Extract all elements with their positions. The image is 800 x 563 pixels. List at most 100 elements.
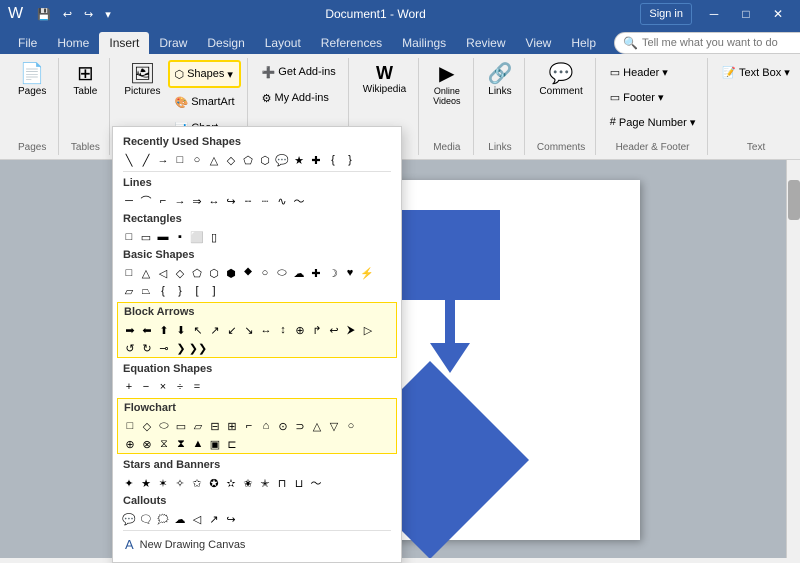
tell-me-box[interactable]: 🔍 [614, 32, 800, 54]
basic-penta[interactable]: ⬠ [189, 265, 205, 281]
line-straight[interactable]: ─ [121, 193, 137, 209]
my-addins-button[interactable]: ⚙ My Add-ins [256, 86, 342, 110]
tab-home[interactable]: Home [47, 32, 99, 54]
basic-bracket-r[interactable]: ] [206, 283, 222, 299]
line-double-arrow[interactable]: ↔ [206, 193, 222, 209]
text-box-button[interactable]: 📝 Text Box ▾ [716, 60, 795, 84]
ba-down[interactable]: ⬇ [173, 322, 189, 338]
callout-oval[interactable]: 🗯 [155, 511, 171, 527]
rect-snipped2[interactable]: ▪ [172, 229, 188, 245]
fc-decision[interactable]: ◇ [139, 418, 155, 434]
footer-button[interactable]: ▭ Footer ▾ [604, 85, 702, 109]
fc-extract[interactable]: ▲ [190, 436, 206, 452]
tab-file[interactable]: File [8, 32, 47, 54]
basic-lightning[interactable]: ⚡ [359, 265, 375, 281]
ba-uturn[interactable]: ↩ [326, 322, 342, 338]
shape-circle[interactable]: ○ [189, 152, 205, 168]
ba-upright[interactable]: ↗ [207, 322, 223, 338]
fc-collate[interactable]: ⧖ [156, 436, 172, 452]
line-arrow2[interactable]: ⇒ [189, 193, 205, 209]
ba-quad[interactable]: ⊕ [292, 322, 308, 338]
shape-hexagon[interactable]: ⬡ [257, 152, 273, 168]
eq-equals[interactable]: = [189, 379, 205, 395]
callout-cloud[interactable]: ☁ [172, 511, 188, 527]
sign-in-button[interactable]: Sign in [640, 3, 692, 25]
fc-internal[interactable]: ⊞ [224, 418, 240, 434]
line-dotted[interactable]: ┄ [257, 193, 273, 209]
shape-line2[interactable]: ╱ [138, 152, 154, 168]
tab-help[interactable]: Help [561, 32, 606, 54]
fc-document[interactable]: ▭ [173, 418, 189, 434]
scroll-up[interactable]: ⊓ [274, 475, 290, 491]
basic-brace-l[interactable]: { [155, 283, 171, 299]
star5[interactable]: ★ [138, 475, 154, 491]
wikipedia-button[interactable]: W Wikipedia [357, 60, 412, 99]
fc-predefined[interactable]: ⊟ [207, 418, 223, 434]
minimize-btn[interactable]: ─ [700, 0, 728, 28]
rect-rounded[interactable]: ▭ [138, 229, 154, 245]
callout-curved[interactable]: ↪ [223, 511, 239, 527]
fc-alt[interactable]: △ [309, 418, 325, 434]
basic-moon[interactable]: ☽ [325, 265, 341, 281]
eq-minus[interactable]: − [138, 379, 154, 395]
fc-offpage[interactable]: ⌂ [258, 418, 274, 434]
fc-connector[interactable]: ○ [343, 418, 359, 434]
shape-cross[interactable]: ✚ [308, 152, 324, 168]
shape-triangle[interactable]: △ [206, 152, 222, 168]
fc-stored[interactable]: ⊙ [275, 418, 291, 434]
tab-mailings[interactable]: Mailings [392, 32, 456, 54]
ba-notch[interactable]: ⮞ [343, 322, 359, 338]
fc-sort[interactable]: ⧗ [173, 436, 189, 452]
fc-manual[interactable]: ⌐ [241, 418, 257, 434]
shape-diamond-s[interactable]: ◇ [223, 152, 239, 168]
ba-right[interactable]: ➡ [122, 322, 138, 338]
page-number-button[interactable]: # Page Number ▾ [604, 110, 702, 134]
shape-callout[interactable]: 💬 [274, 152, 290, 168]
table-button[interactable]: ⊞ Table [67, 60, 103, 101]
tab-design[interactable]: Design [197, 32, 254, 54]
ba-upleft[interactable]: ↖ [190, 322, 206, 338]
basic-bracket-l[interactable]: [ [189, 283, 205, 299]
ba-bent[interactable]: ↱ [309, 322, 325, 338]
fc-data[interactable]: ▱ [190, 418, 206, 434]
wave-banner[interactable]: 〜 [308, 475, 324, 491]
tab-review[interactable]: Review [456, 32, 515, 54]
star12[interactable]: ✫ [223, 475, 239, 491]
shape-pentagon[interactable]: ⬠ [240, 152, 256, 168]
callout-rounded[interactable]: 🗨 [138, 511, 154, 527]
star8[interactable]: ✩ [189, 475, 205, 491]
callout-line[interactable]: ◁ [189, 511, 205, 527]
basic-hepta[interactable]: ⬢ [223, 265, 239, 281]
line-curved-arrow[interactable]: ↪ [223, 193, 239, 209]
fc-or[interactable]: ⊗ [139, 436, 155, 452]
shape-rect-s[interactable]: □ [172, 152, 188, 168]
links-button[interactable]: 🔗 Links [482, 60, 519, 101]
tab-references[interactable]: References [311, 32, 392, 54]
smartart-button[interactable]: 🎨 SmartArt [168, 90, 240, 114]
ba-curved[interactable]: ↺ [122, 340, 138, 356]
tab-layout[interactable]: Layout [255, 32, 311, 54]
burst1[interactable]: ✬ [240, 475, 256, 491]
fc-process[interactable]: □ [122, 418, 138, 434]
fc-merge[interactable]: ▽ [326, 418, 342, 434]
pages-button[interactable]: 📄 Pages [12, 60, 52, 101]
save-quick-btn[interactable]: 💾 [33, 5, 55, 23]
basic-diamond[interactable]: ◇ [172, 265, 188, 281]
ba-stripe[interactable]: ▷ [360, 322, 376, 338]
fc-display[interactable]: ⊏ [224, 436, 240, 452]
new-drawing-canvas-button[interactable]: A New Drawing Canvas [117, 533, 397, 556]
ba-lr[interactable]: ↔ [258, 322, 274, 338]
callout-rect[interactable]: 💬 [121, 511, 137, 527]
line-zigzag[interactable]: ∿ [274, 193, 290, 209]
shape-bracket[interactable]: { [325, 152, 341, 168]
star7[interactable]: ✧ [172, 475, 188, 491]
basic-heart[interactable]: ♥ [342, 265, 358, 281]
pictures-button[interactable]: 🖼 Pictures [118, 60, 166, 101]
shape-brace[interactable]: } [342, 152, 358, 168]
ba-curved2[interactable]: ↻ [139, 340, 155, 356]
header-button[interactable]: ▭ Header ▾ [604, 60, 702, 84]
line-dashed[interactable]: ╌ [240, 193, 256, 209]
line-arrow1[interactable]: → [172, 193, 188, 209]
basic-rtri[interactable]: ◁ [155, 265, 171, 281]
fc-summing[interactable]: ⊕ [122, 436, 138, 452]
